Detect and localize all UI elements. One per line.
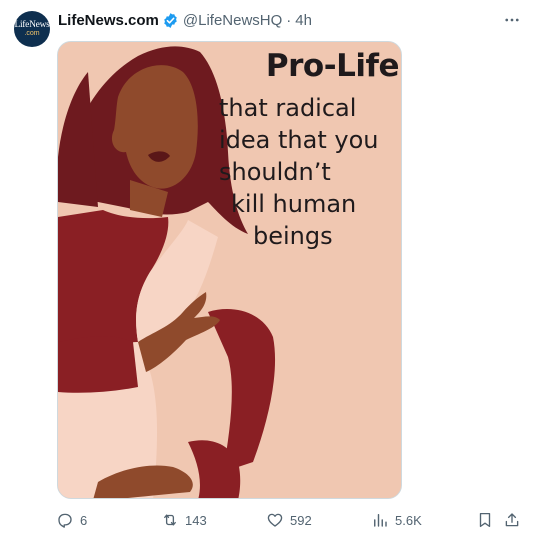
- share-button[interactable]: [503, 506, 521, 534]
- like-button[interactable]: 592: [266, 506, 312, 534]
- more-icon: [505, 18, 519, 22]
- views-count: 5.6K: [395, 512, 422, 528]
- timestamp[interactable]: 4h: [295, 12, 312, 29]
- poster-title: Pro-Life: [265, 48, 400, 84]
- display-name[interactable]: LifeNews.com: [58, 12, 159, 29]
- more-button[interactable]: [500, 8, 524, 32]
- avatar-text-bottom: .com: [24, 30, 40, 37]
- like-count: 592: [290, 512, 312, 528]
- share-icon: [505, 513, 519, 527]
- views-icon: [374, 514, 387, 527]
- repost-button[interactable]: 143: [161, 506, 207, 534]
- bookmark-icon: [479, 512, 491, 528]
- handle[interactable]: @LifeNewsHQ: [183, 12, 282, 29]
- bookmark-button[interactable]: [476, 506, 494, 534]
- like-icon: [267, 513, 283, 527]
- avatar[interactable]: LifeNews .com: [14, 11, 50, 47]
- separator-dot: ·: [286, 11, 292, 29]
- repost-icon: [164, 514, 176, 526]
- tweet-image[interactable]: Pro-Life that radical idea that you shou…: [57, 41, 402, 499]
- poster-line-3: shouldn’t: [219, 158, 331, 186]
- poster-line-2: idea that you: [219, 126, 379, 154]
- views-button[interactable]: 5.6K: [371, 506, 422, 534]
- poster-line-5: beings: [253, 222, 333, 250]
- repost-count: 143: [185, 512, 207, 528]
- tweet[interactable]: LifeNews .com LifeNews.com @LifeNewsHQ ·…: [0, 0, 534, 539]
- poster-line-4: kill human: [231, 190, 357, 218]
- action-bar: 6 143 592 5.6K: [0, 506, 534, 534]
- poster-line-1: that radical: [219, 94, 357, 122]
- tweet-header: LifeNews.com @LifeNewsHQ · 4h: [58, 10, 312, 30]
- verified-badge-icon[interactable]: [162, 12, 179, 29]
- reply-button[interactable]: 6: [56, 506, 87, 534]
- avatar-text-top: LifeNews: [14, 20, 50, 30]
- reply-count: 6: [80, 512, 88, 528]
- reply-icon: [58, 513, 72, 528]
